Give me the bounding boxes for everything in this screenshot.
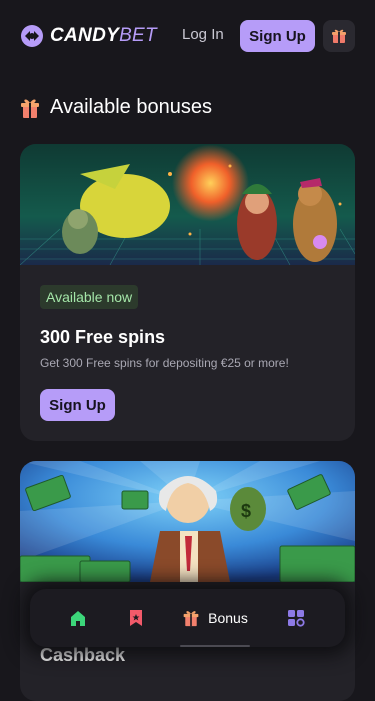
signup-button[interactable]: Sign Up: [240, 20, 315, 52]
grid-icon: [288, 610, 305, 627]
section-title: Available bonuses: [50, 96, 212, 118]
cashback-banner-image: $: [20, 461, 355, 582]
nav-home[interactable]: [64, 589, 92, 647]
svg-text:$: $: [241, 501, 251, 521]
login-link[interactable]: Log In: [182, 26, 224, 43]
gift-icon: [332, 29, 346, 43]
bookmark-icon: [130, 610, 142, 626]
gift-icon: [21, 99, 39, 118]
active-tab-indicator: [180, 645, 250, 647]
home-icon: [71, 611, 85, 626]
nav-more[interactable]: [282, 589, 310, 647]
bonus-signup-button[interactable]: Sign Up: [40, 389, 115, 421]
nav-bonus-label: Bonus: [208, 610, 248, 626]
free-spins-banner-image: [20, 144, 355, 265]
cashback-title: Cashback: [40, 645, 126, 665]
gift-icon: [183, 611, 199, 627]
bonus-card-free-spins[interactable]: Available now 300 Free spins Get 300 Fre…: [20, 144, 355, 441]
bonus-title: 300 Free spins: [40, 327, 166, 347]
bottom-navigation: Bonus: [30, 589, 345, 647]
bonus-description: Get 300 Free spins for depositing €25 or…: [40, 356, 289, 370]
section-header: Available bonuses: [20, 96, 212, 119]
gift-button[interactable]: [323, 20, 355, 52]
status-badge: Available now: [40, 285, 139, 309]
logo-text: CANDYBET: [50, 25, 157, 46]
nav-bonus[interactable]: Bonus: [178, 589, 252, 647]
nav-favorites[interactable]: [122, 589, 150, 647]
top-header: CANDYBET Log In Sign Up: [0, 0, 375, 72]
logo-mark-icon: [21, 25, 43, 47]
candybet-logo[interactable]: CANDYBET: [20, 24, 157, 48]
